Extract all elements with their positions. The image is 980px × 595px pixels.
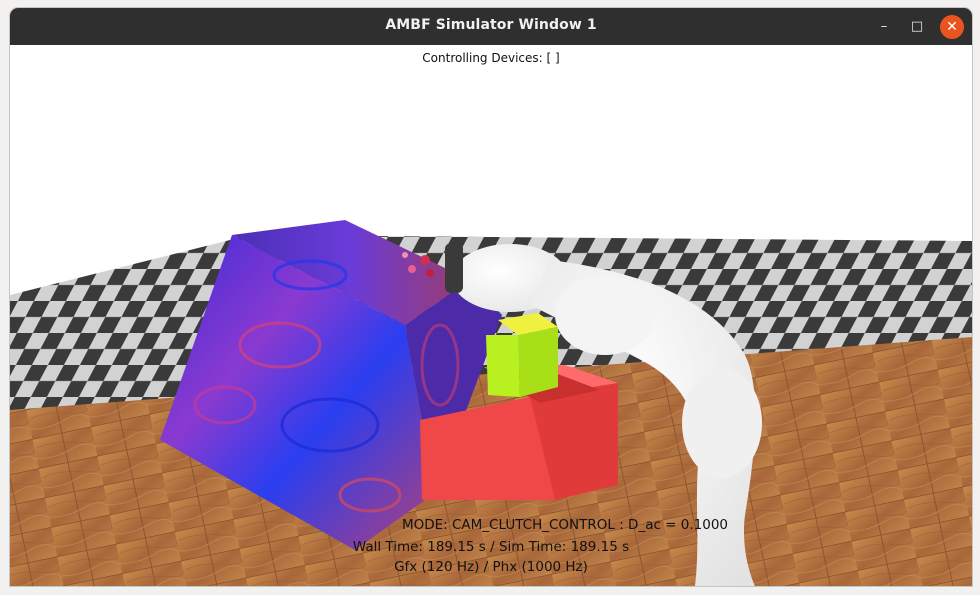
maximize-icon: □ <box>910 19 924 34</box>
close-icon: ✕ <box>946 19 958 35</box>
mode-status: MODE: CAM_CLUTCH_CONTROL : D_ac = 0.1000 <box>401 517 729 533</box>
arm-joint-marker <box>420 255 430 265</box>
minimize-icon: – <box>880 19 888 34</box>
rate-status: Gfx (120 Hz) / Phx (1000 Hz) <box>394 559 588 575</box>
title-bar[interactable]: AMBF Simulator Window 1 – □ ✕ <box>10 8 972 45</box>
green-block-side <box>518 327 558 397</box>
green-block-front <box>486 335 520 397</box>
simulation-viewport[interactable]: Controlling Devices: [ ] MODE: CAM_CLUTC… <box>10 45 972 586</box>
window-title: AMBF Simulator Window 1 <box>385 17 597 33</box>
simulator-window: AMBF Simulator Window 1 – □ ✕ Controllin… <box>10 8 972 586</box>
arm-gripper-ring <box>445 243 463 293</box>
minimize-button[interactable]: – <box>872 15 896 39</box>
maximize-button[interactable]: □ <box>905 15 929 39</box>
time-status: Wall Time: 189.15 s / Sim Time: 189.15 s <box>352 539 630 555</box>
close-button[interactable]: ✕ <box>940 15 964 39</box>
scene-render <box>10 45 972 586</box>
controlling-devices-label: Controlling Devices: [ ] <box>422 51 560 65</box>
